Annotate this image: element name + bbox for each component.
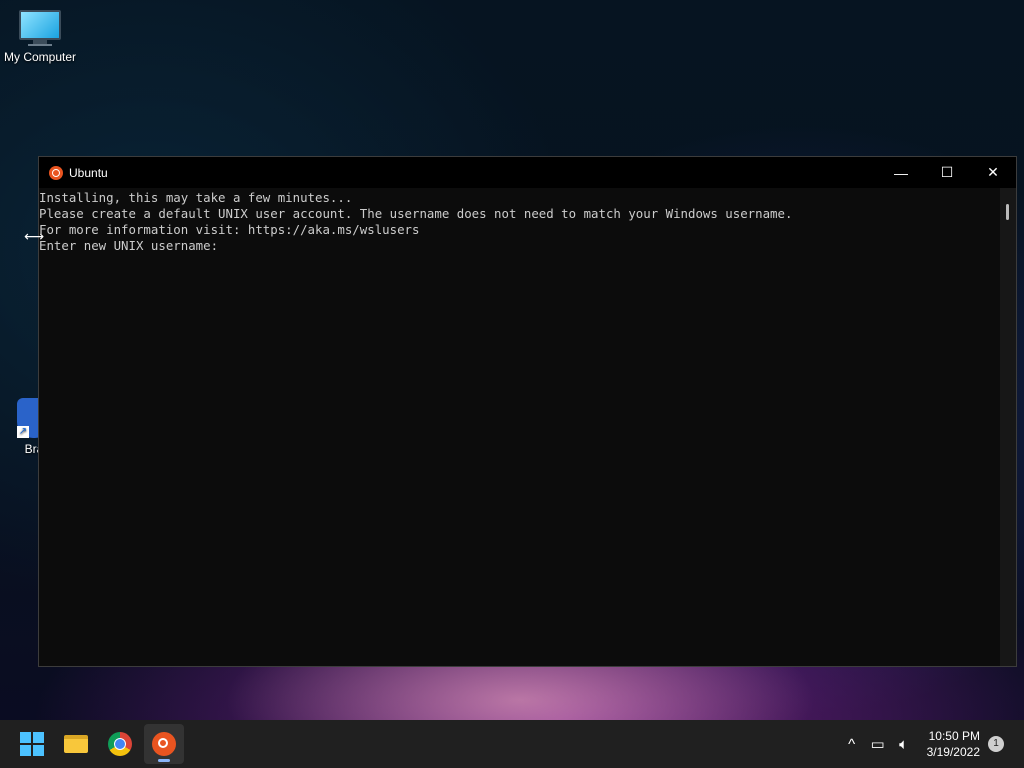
scrollbar-thumb[interactable] [1006,204,1009,220]
resize-cursor-icon: ⟷ [24,228,45,244]
clock-time: 10:50 PM [928,729,980,743]
shortcut-arrow-icon: ↗ [17,426,29,438]
terminal-line: Please create a default UNIX user accoun… [39,206,793,221]
terminal-line: For more information visit: https://aka.… [39,222,420,237]
window-titlebar[interactable]: Ubuntu — ☐ ✕ [39,157,1016,188]
system-tray: ^ ▭ 🔈︎ 10:50 PM 3/19/2022 1 [839,720,1024,768]
minimize-button[interactable]: — [878,157,924,188]
ubuntu-icon [152,732,176,756]
window-title: Ubuntu [69,165,108,180]
clock[interactable]: 10:50 PM 3/19/2022 [927,728,980,760]
start-button[interactable] [12,724,52,764]
windows-start-icon [20,732,44,756]
clock-date: 3/19/2022 [926,745,980,759]
desktop-icon-label: My Computer [3,50,77,64]
volume-icon[interactable]: 🔈︎ [891,736,917,753]
network-icon[interactable]: ▭ [865,735,891,753]
taskbar-ubuntu[interactable] [144,724,184,764]
ubuntu-icon [49,165,63,180]
taskbar-chrome[interactable] [100,724,140,764]
ubuntu-terminal-window[interactable]: Ubuntu — ☐ ✕ Installing, this may take a… [38,156,1017,667]
terminal-line: Installing, this may take a few minutes.… [39,190,353,205]
file-explorer-icon [64,735,88,753]
chrome-icon [108,732,132,756]
taskbar: ^ ▭ 🔈︎ 10:50 PM 3/19/2022 1 [0,720,1024,768]
chevron-up-icon[interactable]: ^ [839,736,865,753]
notification-badge[interactable]: 1 [988,736,1004,752]
taskbar-file-explorer[interactable] [56,724,96,764]
terminal-output[interactable]: Installing, this may take a few minutes.… [39,188,1000,666]
monitor-icon [0,10,80,46]
close-button[interactable]: ✕ [970,157,1016,188]
terminal-prompt[interactable]: Enter new UNIX username: [39,238,1000,254]
desktop-icon-my-computer[interactable]: My Computer [0,10,80,64]
maximize-button[interactable]: ☐ [924,157,970,188]
vertical-scrollbar[interactable] [1000,188,1016,666]
